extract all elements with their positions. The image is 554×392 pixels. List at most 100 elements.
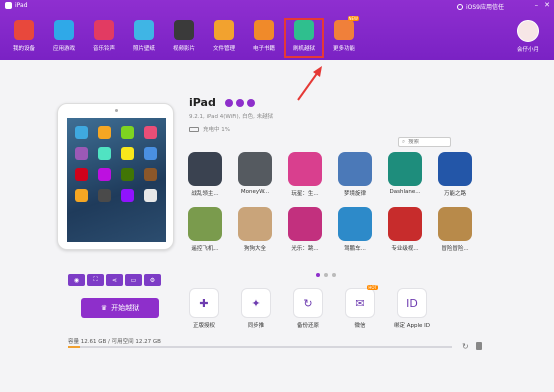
home-app-icon: [98, 189, 111, 202]
nav-item-0[interactable]: 我的设备: [4, 18, 44, 58]
home-app-icon: [75, 147, 88, 160]
nav-label: 电子书籍: [252, 46, 275, 52]
nav-label: 我的设备: [12, 46, 35, 52]
info-icon[interactable]: [247, 99, 255, 107]
window-title-text: iPad: [15, 2, 28, 9]
app-item[interactable]: 光乐：跳...: [288, 207, 322, 252]
function-glyph: ✦: [251, 296, 261, 310]
app-label: Dashlane...: [389, 189, 421, 195]
function-item[interactable]: ✦ 同步推: [240, 288, 272, 329]
home-app-icon: [144, 189, 157, 202]
share-icon[interactable]: ⋖: [106, 274, 123, 286]
app-logo-icon: [5, 2, 12, 9]
refresh-icon[interactable]: ↻: [462, 342, 469, 351]
app-label: 遥控飞机...: [191, 246, 219, 252]
app-item[interactable]: MoneyW...: [238, 152, 272, 197]
battery-status: 充电中 1%: [189, 125, 230, 133]
home-app-icon: [98, 147, 111, 160]
function-item[interactable]: ID 绑定 Apple ID: [394, 288, 430, 329]
home-app-icon: [98, 168, 111, 181]
start-jailbreak-button[interactable]: ♛ 开始越狱: [81, 298, 159, 318]
camera-dot: [115, 109, 118, 112]
nav-label: 应用游戏: [52, 46, 75, 52]
search-box[interactable]: ⌕: [398, 137, 451, 147]
home-app-icon: [144, 126, 157, 139]
nav-item-7[interactable]: 刷机越狱: [284, 18, 324, 58]
battery-icon: [189, 126, 199, 132]
home-app-icon: [75, 126, 88, 139]
nav-item-6[interactable]: 电子书籍: [244, 18, 284, 58]
function-label: 同步推: [247, 323, 265, 329]
function-item[interactable]: ✉ HOT 微信: [344, 285, 378, 329]
app-item[interactable]: Dashlane...: [388, 152, 422, 197]
backup-icon: ↻: [293, 288, 323, 318]
nav-item-2[interactable]: 音乐铃声: [84, 18, 124, 58]
app-item[interactable]: 驾鹏车...: [338, 207, 372, 252]
screen-icon[interactable]: ▭: [125, 274, 142, 286]
app-item[interactable]: 遥控飞机...: [188, 207, 222, 252]
function-item[interactable]: ✚ 正版授权: [188, 288, 220, 329]
avatar[interactable]: [516, 20, 539, 42]
nav-label: 更多功能: [332, 46, 355, 52]
ios-trust-link[interactable]: iOS9应用信任: [456, 2, 504, 11]
device-action-icons: [225, 99, 255, 107]
app-item[interactable]: 专业级视...: [388, 207, 422, 252]
page-dot[interactable]: [324, 273, 328, 277]
battery-text: 充电中 1%: [203, 127, 230, 133]
red-arrow-annotation: [297, 66, 322, 101]
app-icon: [438, 152, 472, 186]
window-title: iPad: [5, 2, 28, 9]
search-input[interactable]: [408, 139, 449, 145]
app-item[interactable]: 玩星：生...: [288, 152, 322, 197]
app-label: 光乐：跳...: [291, 246, 319, 252]
nav-label: 音乐铃声: [92, 46, 115, 52]
appstore-icon: [54, 20, 74, 40]
function-glyph: ID: [406, 296, 418, 310]
app-label: 冒险冒险...: [441, 246, 469, 252]
user-account[interactable]: 会仔小月: [516, 20, 539, 53]
camera-icon[interactable]: ◉: [68, 274, 85, 286]
nav-item-4[interactable]: 视频影片: [164, 18, 204, 58]
page-dot[interactable]: [316, 273, 320, 277]
info-icon: [456, 3, 463, 10]
eject-icon[interactable]: [236, 99, 244, 107]
page-dot[interactable]: [332, 273, 336, 277]
app-label: 玩星：生...: [291, 191, 319, 197]
app-item[interactable]: 战乱领主...: [188, 152, 222, 197]
app-item[interactable]: 梦境旋律: [338, 152, 372, 197]
nav-item-8[interactable]: NEW 更多功能: [324, 16, 364, 58]
app-grid: 战乱领主... MoneyW... 玩星：生... 梦境旋律 Dashlane... 万能…: [188, 152, 472, 252]
function-label: 微信: [354, 323, 366, 329]
app-item[interactable]: 冒险冒险...: [438, 207, 472, 252]
app-item[interactable]: 狗狗大全: [238, 207, 272, 252]
edit-icon[interactable]: [225, 99, 233, 107]
jailbreak-icon: [294, 20, 314, 40]
hot-badge: HOT: [367, 285, 378, 290]
trash-icon[interactable]: [476, 342, 482, 350]
app-icon: [388, 152, 422, 186]
app-icon: [188, 152, 222, 186]
nav-item-1[interactable]: 应用游戏: [44, 18, 84, 58]
home-app-icon: [121, 147, 134, 160]
app-label: 专业级视...: [391, 246, 419, 252]
app-item[interactable]: 万能之路: [438, 152, 472, 197]
window-controls: – ✕: [535, 1, 550, 9]
wrench-icon: ✚: [189, 288, 219, 318]
close-icon[interactable]: ✕: [544, 1, 550, 9]
jailbreak-icon: ♛: [100, 304, 108, 312]
nav-item-3[interactable]: 照片壁纸: [124, 18, 164, 58]
page-indicator: [316, 273, 336, 277]
app-label: 万能之路: [443, 191, 466, 197]
nav-item-5[interactable]: 文件管理: [204, 18, 244, 58]
home-app-icon: [75, 189, 88, 202]
settings-icon[interactable]: ⚙: [144, 274, 161, 286]
function-item[interactable]: ↻ 备份还原: [292, 288, 324, 329]
device-screen: [67, 118, 166, 242]
home-app-icon: [144, 168, 157, 181]
device-details: 9.2.1, iPad 4(WiFi), 白色, 未越狱: [189, 114, 274, 120]
minimize-icon[interactable]: –: [535, 1, 539, 9]
fullscreen-icon[interactable]: ⛶: [87, 274, 104, 286]
feather-icon: ✦: [241, 288, 271, 318]
device-image: [57, 103, 174, 250]
music-disc-icon: [94, 20, 114, 40]
